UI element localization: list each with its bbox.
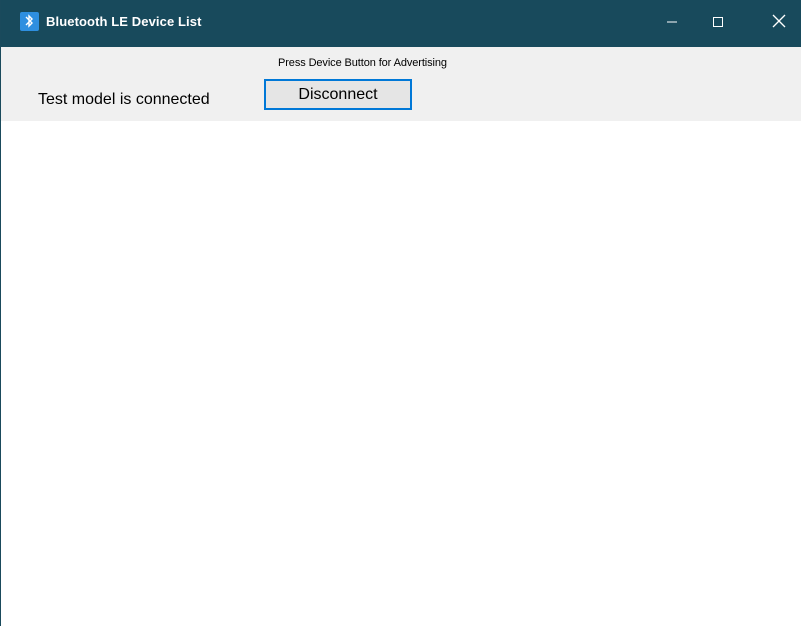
minimize-button[interactable] [649, 0, 695, 47]
maximize-icon [712, 15, 724, 33]
title-bar[interactable]: Bluetooth LE Device List [1, 0, 801, 47]
app-window: Bluetooth LE Device List Press Device Bu… [0, 0, 801, 626]
control-panel: Press Device Button for Advertising Test… [1, 47, 801, 121]
close-icon [772, 14, 786, 33]
connection-status-label: Test model is connected [38, 91, 210, 108]
window-title: Bluetooth LE Device List [46, 14, 202, 29]
maximize-button[interactable] [695, 0, 741, 47]
device-list-area[interactable] [1, 121, 801, 626]
advertising-hint-label: Press Device Button for Advertising [278, 57, 447, 69]
minimize-icon [666, 15, 678, 33]
disconnect-button[interactable]: Disconnect [264, 79, 412, 110]
bluetooth-app-icon [20, 12, 39, 31]
close-button[interactable] [756, 0, 801, 47]
